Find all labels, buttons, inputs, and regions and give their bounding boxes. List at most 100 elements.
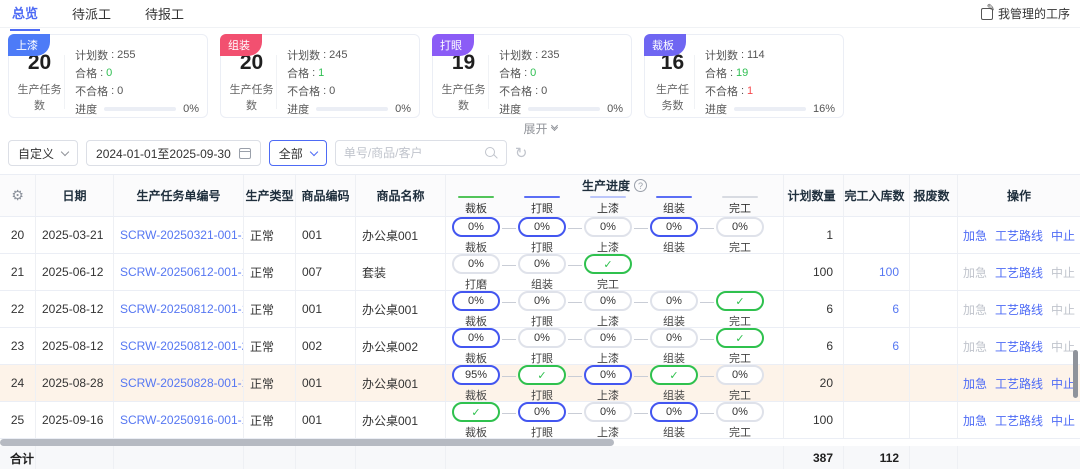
expand-link[interactable]: 展开 [523,122,556,136]
tab-to-dispatch[interactable]: 待派工 [70,0,113,30]
search-input[interactable] [344,146,479,160]
route-action[interactable]: 工艺路线 [995,264,1043,281]
process-badge: 裁板 [644,34,686,56]
column-settings-gear-icon[interactable]: ⚙ [11,187,24,204]
range-type-select[interactable]: 自定义 [8,140,78,166]
date-range-value: 2024-01-01至2025-09-30 [96,145,231,162]
order-number-link[interactable]: SCRW-20250812-001-2 [120,339,244,353]
step-header: 打眼 [518,196,566,216]
help-icon[interactable]: ? [634,179,647,192]
vertical-scrollbar-thumb[interactable] [1073,350,1078,398]
route-action[interactable]: 工艺路线 [995,301,1043,318]
step-percent-pill[interactable]: 0% [518,254,566,274]
step-percent-pill[interactable]: 0% [650,328,698,348]
step-label: 组装 [663,350,685,364]
progress-steps: 0%打磨0%组装✓完工 [446,254,632,290]
urgent-action[interactable]: 加急 [963,375,987,392]
step-label: 完工 [729,239,751,253]
progress-step: 95% 裁板 [452,365,500,401]
step-check-pill[interactable]: ✓ [716,328,764,348]
plan-value: 255 [117,49,135,61]
expand-row: 展开 [0,122,1080,137]
step-label: 完工 [729,313,751,327]
step-percent-pill[interactable]: 0% [518,402,566,422]
refresh-icon[interactable]: ↻ [515,144,528,162]
step-percent-pill[interactable]: 0% [716,365,764,385]
row-done-qty-link[interactable]: 6 [892,302,899,316]
step-check-pill[interactable]: ✓ [716,291,764,311]
abort-action[interactable]: 中止 [1051,412,1075,429]
step-percent-pill[interactable]: 0% [452,217,500,237]
order-number-link[interactable]: SCRW-20250828-001-1 [120,376,244,390]
col-order-no: 生产任务单编号 [114,175,244,216]
step-check-pill[interactable]: ✓ [518,365,566,385]
progress-percent: 0% [183,103,199,115]
step-percent-pill[interactable]: 0% [650,217,698,237]
summary-card: 组装20生产任务数计划数 : 245合格 : 1不合格 : 0进度0% [220,34,420,118]
step-percent-pill[interactable]: 0% [716,402,764,422]
progress-step: ✓裁板 [452,402,500,438]
step-label: 裁板 [465,387,487,401]
step-percent-pill[interactable]: 0% [452,254,500,274]
abort-action[interactable]: 中止 [1051,227,1075,244]
type-filter-select[interactable]: 全部 [269,140,327,166]
table-row: 242025-08-28SCRW-20250828-001-1正常001办公桌0… [0,365,1080,402]
tab-to-report[interactable]: 待报工 [143,0,186,30]
horizontal-scrollbar [0,439,1080,446]
my-processes-link[interactable]: 我管理的工序 [981,5,1070,22]
task-count-label: 生产任务数 [651,81,694,113]
route-action[interactable]: 工艺路线 [995,375,1043,392]
step-check-pill[interactable]: ✓ [584,254,632,274]
step-percent-pill[interactable]: 0% [584,291,632,311]
step-percent-pill[interactable]: 0% [518,217,566,237]
search-icon[interactable] [485,147,498,160]
step-header-label: 上漆 [584,200,632,216]
order-number-link[interactable]: SCRW-20250916-001-1 [120,413,244,427]
row-index: 25 [0,402,36,438]
chevron-down-icon [61,147,69,155]
step-header-label: 裁板 [452,200,500,216]
step-check-pill[interactable]: ✓ [650,365,698,385]
step-percent-pill[interactable]: 0% [584,365,632,385]
tab-overview[interactable]: 总览 [10,0,40,31]
step-percent-pill[interactable]: 0% [518,291,566,311]
route-action[interactable]: 工艺路线 [995,227,1043,244]
step-check-pill[interactable]: ✓ [452,402,500,422]
col-progress: 生产进度 ? 裁板打眼上漆组装完工 [446,175,784,216]
step-connector [568,302,582,303]
step-percent-pill[interactable]: 0% [452,291,500,311]
row-index: 22 [0,291,36,327]
horizontal-scrollbar-thumb[interactable] [0,439,614,446]
row-done-qty-link[interactable]: 6 [892,339,899,353]
step-percent-pill[interactable]: 0% [452,328,500,348]
progress-step: 0%组装 [518,254,566,290]
urgent-action[interactable]: 加急 [963,227,987,244]
step-label: 完工 [729,387,751,401]
step-connector [568,413,582,414]
urgent-action[interactable]: 加急 [963,412,987,429]
step-percent-pill[interactable]: 95% [452,365,500,385]
step-percent-pill[interactable]: 0% [584,402,632,422]
row-done-qty-link[interactable]: 100 [879,265,899,279]
step-percent-pill[interactable]: 0% [650,402,698,422]
task-count-label: 生产任务数 [227,81,276,113]
progress-step: 0%裁板 [452,291,500,327]
urgent-action: 加急 [963,301,987,318]
order-number-link[interactable]: SCRW-20250812-001-1 [120,302,244,316]
step-percent-pill[interactable]: 0% [584,328,632,348]
step-percent-pill[interactable]: 0% [716,217,764,237]
row-product-code: 001 [296,291,356,327]
step-connector [502,302,516,303]
route-action[interactable]: 工艺路线 [995,338,1043,355]
date-range-picker[interactable]: 2024-01-01至2025-09-30 [86,140,261,166]
summary-card: 打眼19生产任务数计划数 : 235合格 : 0不合格 : 0进度0% [432,34,632,118]
order-number-link[interactable]: SCRW-20250321-001-1 [120,228,244,242]
step-percent-pill[interactable]: 0% [584,217,632,237]
abort-action[interactable]: 中止 [1051,375,1075,392]
step-percent-pill[interactable]: 0% [650,291,698,311]
route-action[interactable]: 工艺路线 [995,412,1043,429]
progress-step: 0%打磨 [452,254,500,290]
order-number-link[interactable]: SCRW-20250612-001-1 [120,265,244,279]
step-percent-pill[interactable]: 0% [518,328,566,348]
fail-value: 0 [329,85,335,97]
